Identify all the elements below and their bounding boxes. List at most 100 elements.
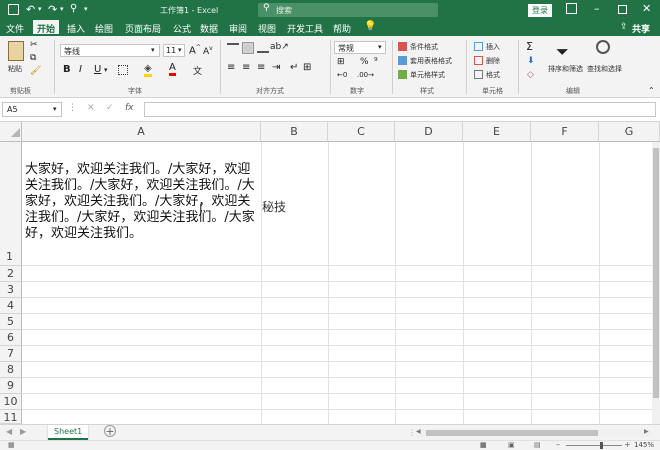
zoom-in-icon[interactable]: + (624, 440, 631, 449)
tab-split-icon[interactable]: ⋮ (408, 428, 416, 437)
tab-help[interactable]: 帮助 (333, 22, 351, 35)
column-header-f[interactable]: F (531, 122, 599, 142)
undo-icon[interactable]: ↶ (26, 3, 35, 16)
align-top-icon[interactable] (227, 43, 239, 53)
tab-data[interactable]: 数据 (200, 22, 218, 35)
redo-icon[interactable]: ↷ (48, 3, 57, 16)
align-bottom-icon[interactable] (257, 43, 269, 53)
zoom-level[interactable]: 145% (634, 441, 654, 449)
macro-record-icon[interactable]: ▦ (8, 441, 15, 449)
conditional-format-icon[interactable] (398, 42, 407, 51)
column-header-d[interactable]: D (395, 122, 463, 142)
underline-button[interactable]: U (94, 64, 101, 75)
sort-filter-button[interactable]: 排序和筛选 (548, 64, 583, 74)
phonetic-icon[interactable]: 文 (193, 64, 202, 77)
customize-qat-icon[interactable]: ▾ (60, 5, 64, 13)
undo-dropdown-icon[interactable]: ▾ (38, 5, 42, 13)
ribbon-display-icon[interactable] (566, 3, 577, 14)
row-header-1[interactable]: 1 (0, 142, 22, 266)
clear-icon[interactable]: ◇ (527, 70, 534, 80)
scrollbar-thumb[interactable] (653, 148, 659, 398)
row-header-11[interactable]: 11 (0, 410, 22, 424)
minimize-button[interactable]: – (594, 2, 600, 15)
delete-cells-icon[interactable] (474, 56, 483, 65)
tab-developer[interactable]: 开发工具 (287, 22, 323, 35)
zoom-slider[interactable] (566, 442, 622, 449)
row-header-4[interactable]: 4 (0, 298, 22, 314)
tab-draw[interactable]: 绘图 (95, 22, 113, 35)
add-sheet-button[interactable]: + (104, 425, 116, 437)
row-header-8[interactable]: 8 (0, 362, 22, 378)
select-all-button[interactable] (0, 122, 22, 142)
horizontal-scrollbar[interactable]: ◀ ▶ (416, 428, 652, 437)
chevron-down-icon[interactable]: ▾ (104, 66, 108, 74)
conditional-format-button[interactable]: 条件格式 (410, 42, 438, 52)
column-header-g[interactable]: G (599, 122, 660, 142)
sort-filter-icon[interactable]: ⏷ (556, 42, 569, 62)
sheet-tab-sheet1[interactable]: Sheet1 (48, 425, 89, 440)
decrease-font-icon[interactable]: Av (203, 45, 213, 57)
row-header-6[interactable]: 6 (0, 330, 22, 346)
page-break-view-icon[interactable]: ▤ (534, 441, 541, 449)
copy-icon[interactable]: ⧉ (30, 53, 36, 63)
row-header-5[interactable]: 5 (0, 314, 22, 330)
indent-icon[interactable]: ⇥ (272, 62, 280, 73)
column-header-b[interactable]: B (261, 122, 328, 142)
merge-center-icon[interactable]: ⊞ (303, 62, 311, 73)
cell-style-icon[interactable] (398, 70, 407, 79)
format-painter-icon[interactable]: 🖌 (30, 66, 41, 76)
row-header-2[interactable]: 2 (0, 266, 22, 282)
column-header-c[interactable]: C (328, 122, 395, 142)
find-select-button[interactable]: 查找和选择 (587, 64, 622, 74)
align-middle-icon[interactable] (242, 42, 254, 54)
find-select-icon[interactable] (596, 40, 610, 54)
fill-color-icon[interactable]: ◈ (144, 63, 152, 77)
scroll-left-icon[interactable]: ◀ (416, 428, 421, 435)
cancel-icon[interactable]: ✕ (87, 103, 95, 113)
paste-icon[interactable] (8, 41, 24, 61)
zoom-slider-thumb[interactable] (600, 442, 603, 449)
number-format-select[interactable]: 常规 ▾ (334, 41, 386, 54)
format-cells-icon[interactable] (474, 70, 483, 79)
scroll-right-icon[interactable]: ▶ (644, 428, 649, 435)
align-center-icon[interactable]: ≡ (242, 62, 250, 73)
increase-decimal-icon[interactable]: ←0 (337, 71, 347, 79)
sheet-next-icon[interactable]: ▶ (20, 427, 26, 436)
touch-mode-icon[interactable]: ⚲ (70, 3, 77, 14)
row-header-9[interactable]: 9 (0, 378, 22, 394)
tab-page-layout[interactable]: 页面布局 (125, 22, 161, 35)
column-header-a[interactable]: A (22, 122, 261, 142)
cell-a1[interactable]: 大家好，欢迎关注我们。/大家好，欢迎 关注我们。/大家好，欢迎关注我们。/大 家… (25, 162, 260, 242)
formula-input[interactable] (144, 102, 656, 117)
increase-font-icon[interactable]: A^ (189, 44, 201, 56)
tab-home[interactable]: 开始 (33, 20, 60, 36)
collapse-ribbon-icon[interactable]: ⌃ (648, 86, 655, 95)
row-header-7[interactable]: 7 (0, 346, 22, 362)
paste-button[interactable]: 粘贴 (8, 64, 22, 74)
tab-file[interactable]: 文件 (6, 22, 24, 35)
insert-cells-icon[interactable] (474, 42, 483, 51)
accounting-format-icon[interactable]: ⊞ (337, 57, 345, 67)
fill-icon[interactable]: ⬇ (527, 56, 535, 66)
close-button[interactable]: ✕ (642, 2, 651, 15)
page-layout-view-icon[interactable]: ▣ (508, 441, 515, 449)
lightbulb-icon[interactable]: 💡 (364, 21, 376, 32)
zoom-out-icon[interactable]: – (556, 440, 560, 449)
font-size-select[interactable]: 11 ▾ (163, 44, 185, 57)
format-cells-button[interactable]: 格式 (486, 70, 500, 80)
insert-cells-button[interactable]: 插入 (486, 42, 500, 52)
row-header-10[interactable]: 10 (0, 394, 22, 410)
autosum-icon[interactable]: Σ (526, 40, 533, 53)
login-button[interactable]: 登录 (528, 4, 552, 17)
tab-view[interactable]: 视图 (258, 22, 276, 35)
maximize-button[interactable] (618, 5, 627, 14)
font-name-select[interactable]: 等线 ▾ (60, 44, 160, 57)
font-color-icon[interactable]: A (169, 62, 176, 76)
row-header-3[interactable]: 3 (0, 282, 22, 298)
insert-function-icon[interactable]: fx (125, 103, 134, 113)
italic-button[interactable]: I (79, 64, 82, 75)
more-icon[interactable]: ▾ (84, 5, 88, 13)
search-box[interactable]: ⚲ 搜索 (258, 3, 438, 17)
enter-icon[interactable]: ✓ (106, 103, 114, 113)
align-right-icon[interactable]: ≡ (257, 62, 265, 73)
